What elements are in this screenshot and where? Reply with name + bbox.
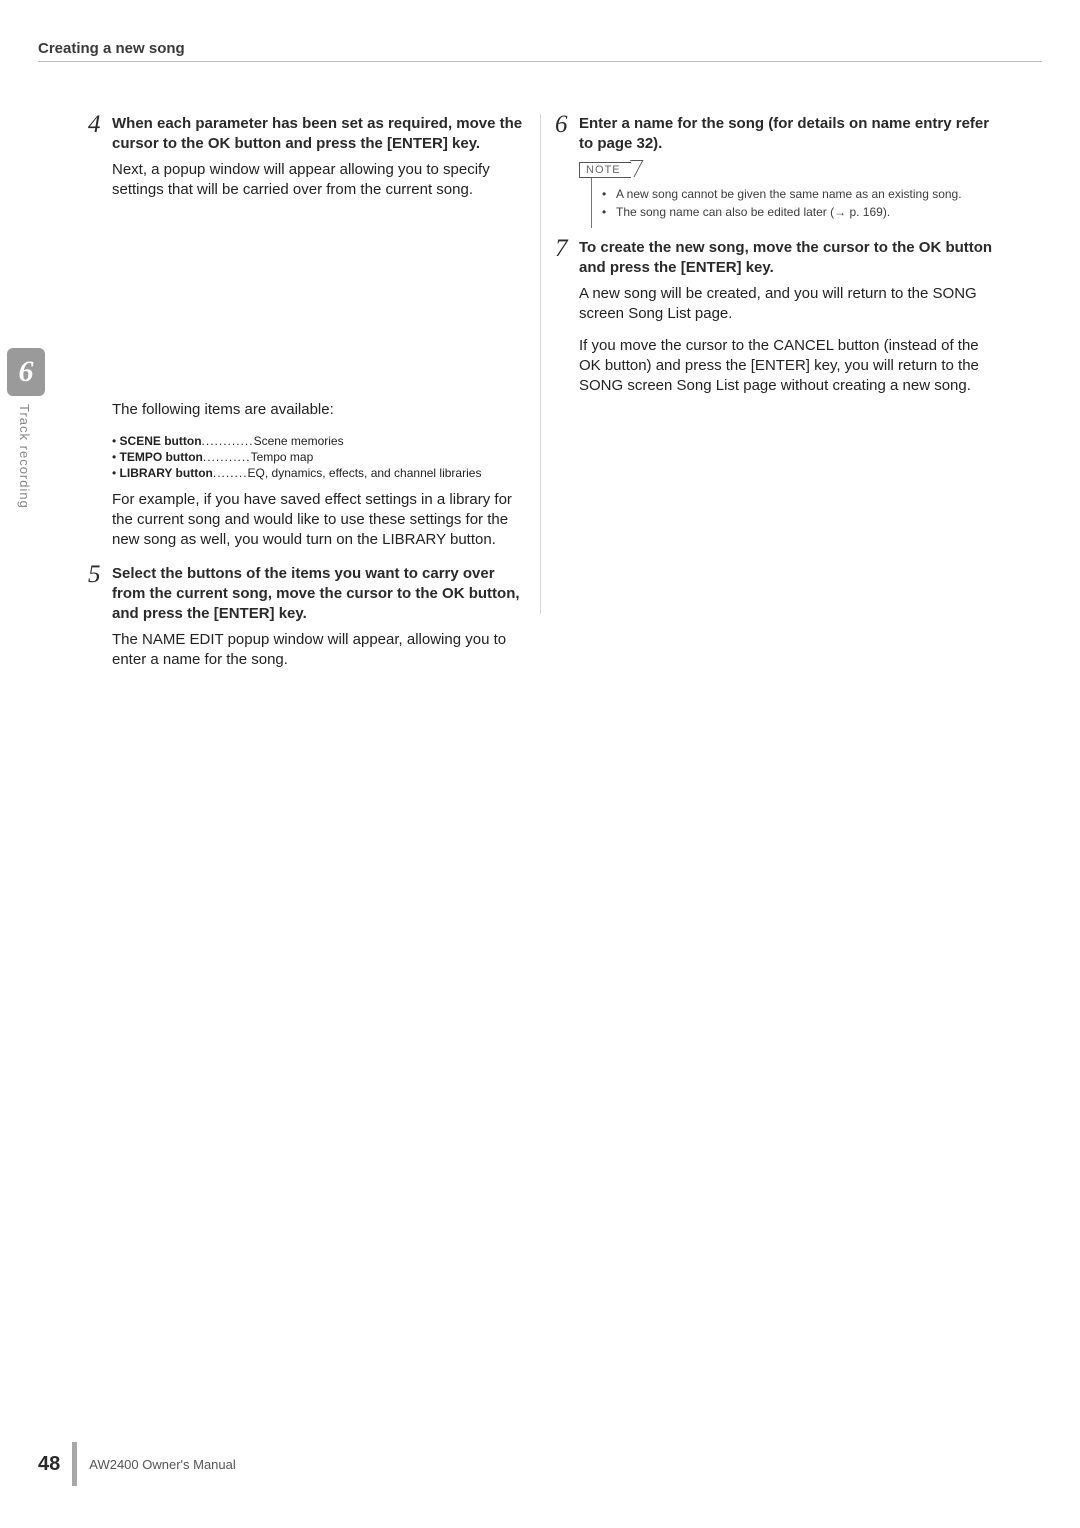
step-4: 4 When each parameter has been set as re… xyxy=(88,114,528,154)
item-dots: ............ xyxy=(202,434,254,448)
step-heading: When each parameter has been set as requ… xyxy=(112,114,528,154)
manual-title: AW2400 Owner's Manual xyxy=(89,1457,236,1472)
note-item: • The song name can also be edited later… xyxy=(602,204,1000,220)
list-item: • LIBRARY button........EQ, dynamics, ef… xyxy=(112,466,528,480)
step-7-body-1: A new song will be created, and you will… xyxy=(579,284,1000,324)
item-label: SCENE button xyxy=(120,434,202,448)
step-number: 7 xyxy=(555,238,573,278)
list-item: • SCENE button............Scene memories xyxy=(112,434,528,448)
step-7-body-2: If you move the cursor to the CANCEL but… xyxy=(579,336,1000,396)
step-number: 6 xyxy=(555,114,573,154)
item-label: LIBRARY button xyxy=(120,466,213,480)
step-5: 5 Select the buttons of the items you wa… xyxy=(88,564,528,624)
step-heading: Enter a name for the song (for details o… xyxy=(579,114,1000,154)
step-number: 4 xyxy=(88,114,106,154)
step-5-body: The NAME EDIT popup window will appear, … xyxy=(112,630,528,670)
step-7: 7 To create the new song, move the curso… xyxy=(555,238,1000,278)
items-intro: The following items are available: xyxy=(112,400,528,420)
item-dots: ........... xyxy=(203,450,251,464)
step-4-body: Next, a popup window will appear allowin… xyxy=(112,160,528,200)
note-label: NOTE xyxy=(579,162,631,178)
item-desc: Tempo map xyxy=(251,450,314,464)
item-dots: ........ xyxy=(213,466,248,480)
item-desc: Scene memories xyxy=(254,434,344,448)
library-paragraph: For example, if you have saved effect se… xyxy=(112,490,528,550)
left-column: 4 When each parameter has been set as re… xyxy=(88,114,528,686)
note-text: The song name can also be edited later (… xyxy=(616,204,890,220)
note-item: • A new song cannot be given the same na… xyxy=(602,186,1000,202)
step-heading: Select the buttons of the items you want… xyxy=(112,564,528,624)
chapter-label: Track recording xyxy=(17,404,32,509)
page-footer: 48 AW2400 Owner's Manual xyxy=(38,1442,236,1486)
chapter-number-badge: 6 xyxy=(7,348,45,396)
running-header-title: Creating a new song xyxy=(38,40,1042,57)
item-desc: EQ, dynamics, effects, and channel libra… xyxy=(248,466,482,480)
bullet-icon: • xyxy=(602,186,610,202)
items-list: • SCENE button............Scene memories… xyxy=(112,434,528,480)
step-6: 6 Enter a name for the song (for details… xyxy=(555,114,1000,154)
note-list: • A new song cannot be given the same na… xyxy=(591,178,1000,228)
chapter-tab: 6 Track recording xyxy=(7,348,45,509)
column-divider xyxy=(540,114,541,614)
step-number: 5 xyxy=(88,564,106,624)
footer-bar-icon xyxy=(72,1442,77,1486)
list-item: • TEMPO button...........Tempo map xyxy=(112,450,528,464)
running-header: Creating a new song xyxy=(38,40,1042,62)
right-column: 6 Enter a name for the song (for details… xyxy=(555,114,1000,408)
page-number: 48 xyxy=(38,1453,60,1476)
step-heading: To create the new song, move the cursor … xyxy=(579,238,1000,278)
note-text: A new song cannot be given the same name… xyxy=(616,186,962,202)
item-label: TEMPO button xyxy=(120,450,203,464)
bullet-icon: • xyxy=(602,204,610,220)
